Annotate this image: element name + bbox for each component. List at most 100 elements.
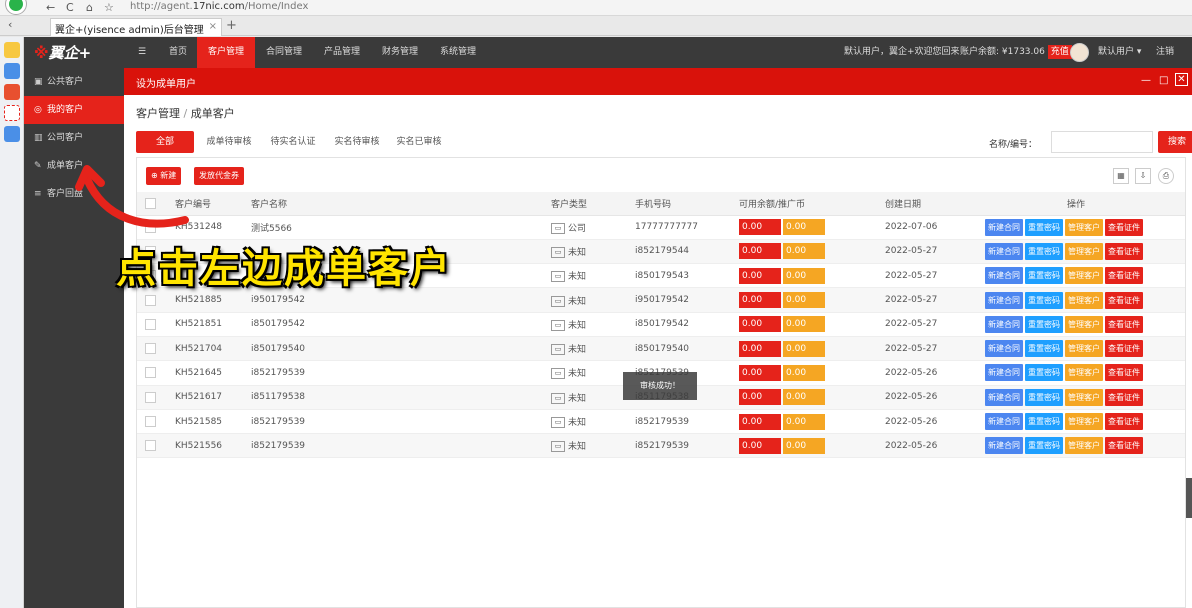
reset-password-button[interactable]: 重置密码 — [1025, 413, 1063, 431]
manage-customer-button[interactable]: 管理客户 — [1065, 364, 1103, 382]
view-documents-button[interactable]: 查看证件 — [1105, 388, 1143, 406]
new-contract-button[interactable]: 新建合同 — [985, 291, 1023, 309]
menu-contract[interactable]: 合同管理 — [255, 37, 313, 68]
coupon-button[interactable]: 发放代金券 — [194, 167, 244, 185]
row-select[interactable] — [137, 312, 167, 337]
new-contract-button[interactable]: 新建合同 — [985, 388, 1023, 406]
row-select[interactable] — [137, 385, 167, 410]
logout-link[interactable]: 注销 — [1156, 37, 1174, 68]
favorites-icon[interactable] — [4, 42, 20, 58]
back-icon[interactable]: ← — [46, 1, 55, 14]
manage-customer-button[interactable]: 管理客户 — [1065, 267, 1103, 285]
close-tab-icon[interactable]: × — [209, 21, 217, 32]
tab-pending-verify[interactable]: 待实名认证 — [262, 131, 324, 153]
close-icon[interactable]: ✕ — [1175, 73, 1188, 86]
menu-finance[interactable]: 财务管理 — [371, 37, 429, 68]
forward-icon[interactable]: C — [66, 1, 74, 14]
view-documents-button[interactable]: 查看证件 — [1105, 218, 1143, 236]
checkbox[interactable] — [145, 391, 156, 403]
tab-pending-close[interactable]: 成单待审核 — [200, 131, 258, 153]
menu-system[interactable]: 系统管理 — [429, 37, 487, 68]
manage-customer-button[interactable]: 管理客户 — [1065, 340, 1103, 358]
new-contract-button[interactable]: 新建合同 — [985, 315, 1023, 333]
search-button[interactable]: 搜索 — [1158, 131, 1192, 153]
new-tab-icon[interactable]: + — [226, 18, 237, 33]
tab-all[interactable]: 全部 — [136, 131, 194, 153]
checkbox[interactable] — [145, 318, 156, 330]
table-row[interactable]: KH521556 i852179539 ▭ 未知 i852179539 0.00 0.00 2… — [137, 433, 1185, 459]
table-row[interactable]: KH521585 i852179539 ▭ 未知 i852179539 0.00 0.00 2… — [137, 409, 1185, 435]
weibo-icon[interactable] — [4, 84, 20, 100]
columns-icon[interactable]: ▦ — [1113, 168, 1129, 184]
address-bar[interactable]: http://agent.17nic.com/Home/Index — [130, 1, 308, 12]
view-documents-button[interactable]: 查看证件 — [1105, 340, 1143, 358]
note-icon[interactable] — [4, 126, 20, 142]
new-contract-button[interactable]: 新建合同 — [985, 242, 1023, 260]
reset-password-button[interactable]: 重置密码 — [1025, 218, 1063, 236]
reset-password-button[interactable]: 重置密码 — [1025, 315, 1063, 333]
view-documents-button[interactable]: 查看证件 — [1105, 437, 1143, 455]
view-documents-button[interactable]: 查看证件 — [1105, 315, 1143, 333]
recharge-button[interactable]: 充值 — [1047, 45, 1072, 59]
new-contract-button[interactable]: 新建合同 — [985, 413, 1023, 431]
export-icon[interactable]: ⇩ — [1135, 168, 1151, 184]
scrollbar[interactable] — [1186, 478, 1192, 518]
new-contract-button[interactable]: 新建合同 — [985, 218, 1023, 236]
mail-icon[interactable] — [4, 105, 20, 121]
view-documents-button[interactable]: 查看证件 — [1105, 291, 1143, 309]
avatar[interactable] — [1070, 43, 1089, 62]
reset-password-button[interactable]: 重置密码 — [1025, 340, 1063, 358]
doc-icon[interactable] — [4, 63, 20, 79]
minimize-icon[interactable]: — — [1141, 75, 1151, 86]
browser-tab[interactable]: 翼企+(yisence admin)后台管理 × — [50, 18, 222, 36]
reset-password-button[interactable]: 重置密码 — [1025, 242, 1063, 260]
view-documents-button[interactable]: 查看证件 — [1105, 413, 1143, 431]
new-contract-button[interactable]: 新建合同 — [985, 437, 1023, 455]
home-icon[interactable]: ⌂ — [86, 1, 93, 14]
new-contract-button[interactable]: 新建合同 — [985, 364, 1023, 382]
reset-password-button[interactable]: 重置密码 — [1025, 388, 1063, 406]
search-input[interactable] — [1051, 131, 1153, 153]
sidebar-item-mine[interactable]: ◎ 我的客户 — [24, 96, 124, 124]
sidebar-item-public[interactable]: ▣ 公共客户 — [24, 68, 124, 96]
row-select[interactable] — [137, 409, 167, 435]
manage-customer-button[interactable]: 管理客户 — [1065, 413, 1103, 431]
menu-customer[interactable]: 客户管理 — [197, 37, 255, 68]
reset-password-button[interactable]: 重置密码 — [1025, 267, 1063, 285]
manage-customer-button[interactable]: 管理客户 — [1065, 242, 1103, 260]
view-documents-button[interactable]: 查看证件 — [1105, 242, 1143, 260]
menu-product[interactable]: 产品管理 — [313, 37, 371, 68]
manage-customer-button[interactable]: 管理客户 — [1065, 388, 1103, 406]
manage-customer-button[interactable]: 管理客户 — [1065, 291, 1103, 309]
manage-customer-button[interactable]: 管理客户 — [1065, 315, 1103, 333]
row-select[interactable] — [137, 360, 167, 386]
reset-password-button[interactable]: 重置密码 — [1025, 437, 1063, 455]
tab-verified[interactable]: 实名已审核 — [388, 131, 450, 153]
checkbox[interactable] — [145, 440, 156, 452]
star-icon[interactable]: ☆ — [104, 1, 114, 14]
maximize-icon[interactable]: □ — [1159, 75, 1168, 86]
sidebar-item-company[interactable]: ▥ 公司客户 — [24, 124, 124, 152]
checkbox[interactable] — [145, 294, 156, 306]
manage-customer-button[interactable]: 管理客户 — [1065, 218, 1103, 236]
row-select[interactable] — [137, 336, 167, 362]
view-documents-button[interactable]: 查看证件 — [1105, 364, 1143, 382]
checkbox[interactable] — [145, 416, 156, 428]
tab-verify-review[interactable]: 实名待审核 — [326, 131, 388, 153]
view-documents-button[interactable]: 查看证件 — [1105, 267, 1143, 285]
checkbox[interactable] — [145, 343, 156, 355]
new-contract-button[interactable]: 新建合同 — [985, 267, 1023, 285]
table-row[interactable]: KH521851 i850179542 ▭ 未知 i850179542 0.00 0.00 2… — [137, 312, 1185, 337]
reset-password-button[interactable]: 重置密码 — [1025, 291, 1063, 309]
checkbox[interactable] — [145, 367, 156, 379]
table-row[interactable]: KH521704 i850179540 ▭ 未知 i850179540 0.00 0.00 2… — [137, 336, 1185, 362]
collapse-icon[interactable]: ‹ — [8, 18, 12, 31]
row-select[interactable] — [137, 433, 167, 459]
reset-password-button[interactable]: 重置密码 — [1025, 364, 1063, 382]
menu-home[interactable]: 首页 — [162, 37, 194, 68]
new-contract-button[interactable]: 新建合同 — [985, 340, 1023, 358]
manage-customer-button[interactable]: 管理客户 — [1065, 437, 1103, 455]
print-icon[interactable]: ⎙ — [1158, 168, 1174, 184]
user-menu[interactable]: 默认用户 ▾ — [1098, 37, 1141, 68]
menu-toggle-icon[interactable]: ☰ — [132, 37, 152, 68]
